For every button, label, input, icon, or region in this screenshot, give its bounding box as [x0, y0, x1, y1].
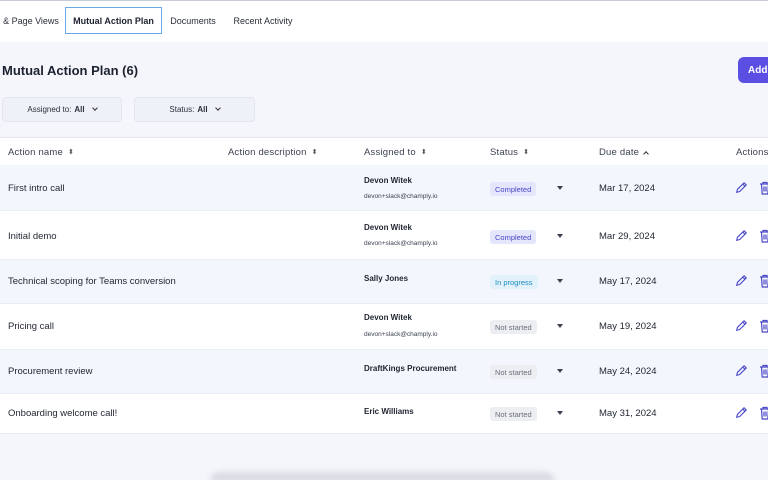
status-dropdown-icon[interactable] [557, 369, 563, 373]
due-date: Mar 29, 2024 [599, 231, 655, 242]
col-due-date[interactable]: Due date [599, 147, 650, 158]
col-status-label: Status [490, 147, 519, 158]
chevron-down-icon [214, 105, 221, 111]
pencil-icon[interactable] [734, 229, 748, 243]
assignee-name: Sally Jones [364, 274, 409, 283]
status-badge: Not started [490, 407, 537, 421]
trash-icon[interactable] [759, 364, 768, 378]
pencil-icon[interactable] [734, 406, 748, 420]
assignee-email: devon+slack@champly.io [364, 193, 438, 200]
action-name: Initial demo [8, 231, 57, 242]
pencil-icon[interactable] [734, 181, 748, 195]
status-filter[interactable]: Status: All [134, 97, 255, 122]
trash-icon[interactable] [759, 274, 768, 288]
status-badge: In progress [490, 275, 538, 289]
col-action-description-label: Action description [228, 147, 307, 158]
table-row[interactable]: Initial demo Devon Witek devon+slack@cha… [0, 211, 768, 260]
assignee-email: devon+slack@champly.io [364, 240, 438, 247]
assignee-name: Devon Witek [364, 313, 412, 322]
tab-page-views[interactable]: & Page Views [2, 7, 60, 34]
assignee-name: Devon Witek [364, 176, 412, 185]
action-name: Pricing call [8, 321, 54, 332]
tab-bar: & Page Views Mutual Action Plan Document… [0, 1, 768, 42]
status-badge: Completed [490, 182, 537, 196]
col-action-description[interactable]: Action description ⬍ [228, 147, 318, 158]
action-name: Technical scoping for Teams conversion [8, 276, 176, 287]
tab-mutual-action-plan[interactable]: Mutual Action Plan [65, 7, 162, 34]
status-badge: Not started [490, 320, 537, 334]
col-actions-label: Actions [736, 147, 768, 158]
add-action-button[interactable]: Add [738, 57, 768, 83]
trash-icon[interactable] [759, 181, 768, 195]
status-dropdown-icon[interactable] [557, 411, 563, 415]
assigned-filter-value: All [74, 105, 85, 114]
table-row[interactable]: Onboarding welcome call! Eric Williams N… [0, 394, 768, 434]
due-date: May 17, 2024 [599, 276, 657, 287]
sort-icon: ⬍ [420, 148, 427, 156]
assigned-filter-label: Assigned to: [27, 105, 72, 114]
table-row[interactable]: First intro call Devon Witek devon+slack… [0, 165, 768, 211]
trash-icon[interactable] [759, 319, 768, 333]
sort-icon: ⬍ [68, 148, 75, 156]
status-dropdown-icon[interactable] [557, 234, 563, 238]
due-date: Mar 17, 2024 [599, 183, 655, 194]
tab-documents[interactable]: Documents [168, 7, 218, 34]
status-dropdown-icon[interactable] [557, 279, 563, 283]
trash-icon[interactable] [759, 406, 768, 420]
col-status[interactable]: Status ⬍ [490, 147, 529, 158]
action-name: Onboarding welcome call! [8, 408, 118, 419]
table-row[interactable]: Pricing call Devon Witek devon+slack@cha… [0, 304, 768, 350]
action-name: Procurement review [8, 366, 93, 377]
sort-icon: ⬍ [311, 148, 318, 156]
pencil-icon[interactable] [734, 364, 748, 378]
sort-icon: ⬍ [523, 148, 530, 156]
table-row[interactable]: Technical scoping for Teams conversion S… [0, 260, 768, 304]
col-actions: Actions [736, 147, 768, 158]
assigned-to-filter[interactable]: Assigned to: All [2, 97, 122, 122]
assignee-name: DraftKings Procurement [364, 364, 457, 373]
table-header: Action name ⬍ Action description ⬍ Assig… [0, 137, 768, 165]
col-action-name[interactable]: Action name ⬍ [8, 147, 74, 158]
trash-icon[interactable] [759, 229, 768, 243]
status-filter-value: All [197, 105, 208, 114]
due-date: May 19, 2024 [599, 321, 657, 332]
sort-ascending-icon [643, 151, 650, 157]
page-title: Mutual Action Plan (6) [2, 63, 139, 78]
bottom-panel-shadow [210, 472, 555, 480]
table-row[interactable]: Procurement review DraftKings Procuremen… [0, 350, 768, 394]
assignee-name: Devon Witek [364, 223, 412, 232]
status-dropdown-icon[interactable] [557, 186, 563, 190]
status-badge: Completed [490, 230, 537, 244]
status-filter-label: Status: [169, 105, 195, 114]
due-date: May 24, 2024 [599, 366, 657, 377]
pencil-icon[interactable] [734, 274, 748, 288]
col-assigned-to-label: Assigned to [364, 147, 416, 158]
col-action-name-label: Action name [8, 147, 64, 158]
pencil-icon[interactable] [734, 319, 748, 333]
col-assigned-to[interactable]: Assigned to ⬍ [364, 147, 427, 158]
tab-recent-activity[interactable]: Recent Activity [231, 7, 295, 34]
col-due-date-label: Due date [599, 147, 640, 158]
chevron-down-icon [91, 105, 98, 111]
due-date: May 31, 2024 [599, 408, 657, 419]
action-name: First intro call [8, 183, 65, 194]
status-dropdown-icon[interactable] [557, 324, 563, 328]
status-badge: Not started [490, 365, 537, 379]
assignee-email: devon+slack@champly.io [364, 331, 438, 338]
assignee-name: Eric Williams [364, 407, 414, 416]
